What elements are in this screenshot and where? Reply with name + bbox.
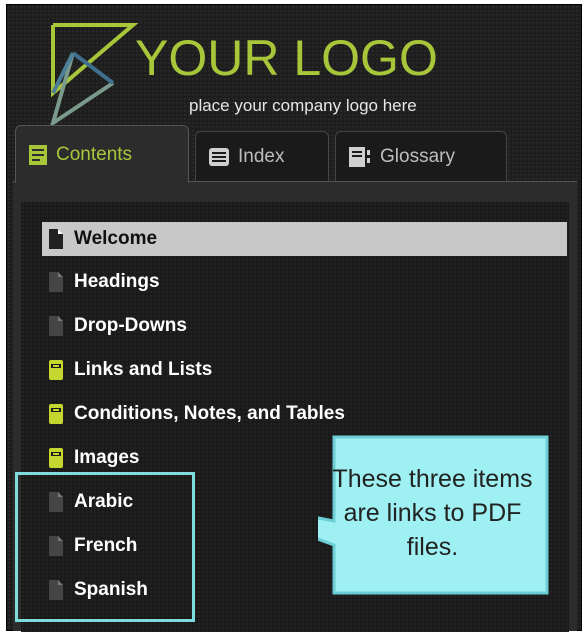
book-icon — [48, 359, 74, 381]
toc-item-drop-downs[interactable]: Drop-Downs — [42, 309, 567, 343]
logo-area: YOUR LOGO place your company logo here — [43, 13, 563, 128]
toc-item-headings[interactable]: Headings — [42, 265, 567, 299]
tab-contents-label: Contents — [56, 143, 133, 165]
tab-index-label: Index — [238, 145, 285, 167]
page-icon — [48, 315, 74, 337]
toc-item-label: Images — [74, 447, 140, 468]
contents-book-icon — [28, 144, 48, 166]
tab-contents[interactable]: Contents — [15, 125, 189, 183]
logo-mark-icon — [49, 23, 139, 128]
tab-glossary[interactable]: Glossary — [335, 131, 507, 181]
highlight-box — [15, 472, 195, 622]
logo-subtitle: place your company logo here — [189, 96, 417, 115]
tab-glossary-label: Glossary — [380, 145, 455, 167]
callout-text: These three items are links to PDF files… — [332, 465, 533, 561]
book-icon — [48, 447, 74, 469]
toc-item-links-and-lists[interactable]: Links and Lists — [42, 353, 567, 387]
tab-index[interactable]: Index — [195, 131, 329, 181]
toc-item-welcome[interactable]: Welcome — [42, 222, 567, 256]
toc-item-label: Drop-Downs — [74, 315, 187, 336]
page-icon — [48, 271, 74, 293]
logo-title: YOUR LOGO — [135, 30, 438, 86]
toc-item-label: Conditions, Notes, and Tables — [74, 403, 345, 424]
index-list-icon — [208, 147, 230, 167]
toc-item-conditions-notes-tables[interactable]: Conditions, Notes, and Tables — [42, 397, 567, 431]
glossary-icon — [348, 146, 372, 168]
toc-item-label: Links and Lists — [74, 359, 213, 380]
book-icon — [48, 403, 74, 425]
page-icon — [48, 228, 74, 250]
toc-item-label: Headings — [74, 271, 160, 292]
toc-item-label: Welcome — [74, 228, 158, 249]
tab-bar: Contents Index Glossary — [15, 125, 575, 185]
